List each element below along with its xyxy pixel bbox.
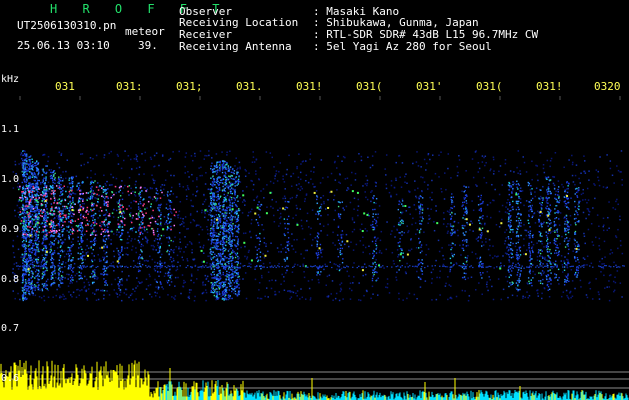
receiver-value: : RTL-SDR SDR# 43dB L15 96.7MHz CW — [313, 28, 539, 41]
receiver-label: Receiver — [179, 28, 232, 41]
antenna-label: Receiving Antenna — [179, 40, 292, 53]
date-time: 25.06.13 03:10 — [17, 39, 110, 52]
x-tick-label: 031! — [536, 80, 563, 93]
spectrogram-window: H R O F F T UT2506130310.pn meteor 25.06… — [0, 0, 629, 400]
detection-tag: meteor — [125, 25, 165, 38]
y-tick-label: 0.7 — [1, 323, 20, 334]
x-tick-label: 031 — [55, 80, 75, 93]
y-tick-label: 0.8 — [1, 274, 20, 285]
y-tick-label: 1.1 — [1, 124, 20, 135]
x-tick-label: 031( — [476, 80, 503, 93]
spectrogram-plot — [0, 96, 629, 400]
location-label: Receiving Location — [179, 16, 299, 29]
x-tick-label: 0320 — [594, 80, 621, 93]
y-tick-label: 0.6 — [1, 373, 20, 384]
antenna-value: : 5el Yagi Az 280 for Seoul — [313, 40, 492, 53]
x-tick-label: 031; — [176, 80, 203, 93]
x-tick-label: 031' — [416, 80, 443, 93]
event-count: 39. — [138, 39, 158, 52]
x-tick-label: 031( — [356, 80, 383, 93]
x-tick-label: 031! — [296, 80, 323, 93]
x-tick-label: 031: — [116, 80, 143, 93]
y-axis-unit: kHz — [1, 74, 20, 85]
location-value: : Shibukawa, Gunma, Japan — [313, 16, 479, 29]
file-name: UT2506130310.pn — [17, 19, 117, 32]
y-tick-label: 0.9 — [1, 224, 20, 235]
y-tick-label: 1.0 — [1, 174, 20, 185]
x-tick-label: 031. — [236, 80, 263, 93]
